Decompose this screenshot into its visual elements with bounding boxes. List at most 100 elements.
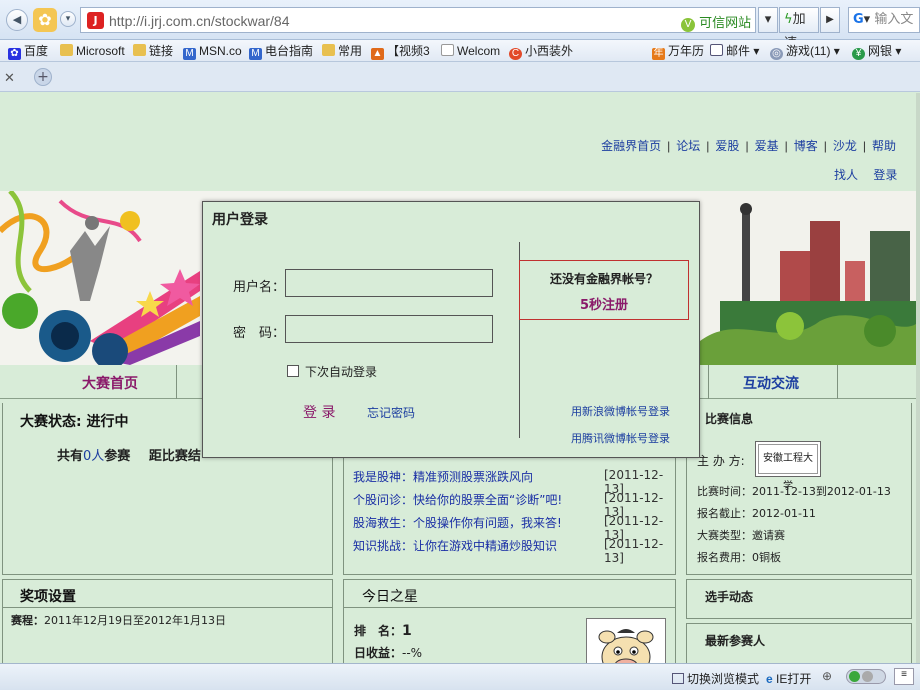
player-news-title: 选手动态 bbox=[705, 590, 754, 604]
fav-games[interactable]: ◎ 游戏(11) ▾ bbox=[770, 43, 840, 60]
folder-icon bbox=[60, 44, 73, 56]
nav-interaction[interactable]: 互动交流 bbox=[743, 373, 799, 393]
sina-weibo-login[interactable]: 用新浪微博帐号登录 bbox=[571, 403, 670, 419]
go-button[interactable]: ▶ bbox=[820, 7, 840, 33]
link-forum[interactable]: 论坛 bbox=[676, 139, 700, 153]
forgot-password-link[interactable]: 忘记密码 bbox=[367, 404, 415, 421]
participants-prefix: 共有 bbox=[57, 449, 84, 464]
address-bar[interactable]: J http://i.jrj.com.cn/stockwar/84 V 可信网站 bbox=[80, 7, 756, 33]
fav-item-baidu[interactable]: ✿ 百度 bbox=[8, 43, 48, 60]
password-input[interactable] bbox=[285, 315, 493, 343]
remember-label: 下次自动登录 bbox=[305, 365, 378, 379]
participants-line: 共有0人参赛 距比赛结 bbox=[57, 445, 201, 464]
separator: | bbox=[667, 139, 671, 153]
info-row-fee: 报名费用：0铜板 bbox=[697, 551, 781, 564]
info-row-time: 比赛时间：2011-12-13到2012-01-13 bbox=[697, 485, 891, 498]
fav-item-suit[interactable]: C 小西装外 bbox=[509, 43, 573, 60]
top-links: 金融界首页 | 论坛 | 爱股 | 爱基 | 博客 | 沙龙 | 帮助 bbox=[601, 137, 896, 154]
fav-mail[interactable]: 邮件 ▾ bbox=[710, 43, 759, 59]
link-blog[interactable]: 博客 bbox=[794, 139, 818, 153]
login-button[interactable]: 登 录 bbox=[303, 402, 335, 422]
toggle-dot bbox=[862, 671, 873, 682]
scrollbar[interactable] bbox=[916, 93, 920, 663]
folder-icon bbox=[133, 44, 146, 56]
favorites-bar: ✿ 百度 Microsoft 链接 M MSN.co M 电台指南 常用 ▲ 【视频3 … bbox=[0, 40, 920, 62]
news-link[interactable]: 股海救生：个股操作你有问题，我来答! bbox=[353, 516, 562, 530]
status-title: 大赛状态: 进行中 bbox=[20, 414, 129, 430]
link-find-people[interactable]: 找人 bbox=[834, 168, 858, 182]
separator: | bbox=[784, 139, 788, 153]
fav-item-video[interactable]: ▲ 【视频3 bbox=[371, 43, 430, 60]
no-account-text: 还没有金融界帐号？ bbox=[549, 272, 658, 286]
link-aiji[interactable]: 爱基 bbox=[755, 139, 779, 153]
link-jrj-home[interactable]: 金融界首页 bbox=[601, 139, 661, 153]
remember-checkbox[interactable] bbox=[287, 365, 299, 377]
contest-info-title: 比赛信息 bbox=[705, 412, 754, 426]
news-item[interactable]: 我是股神：精准预测股票涨跌风向 bbox=[353, 468, 533, 485]
settings-icon[interactable]: ≡ bbox=[894, 668, 914, 685]
page-content: 金融界首页 | 论坛 | 爱股 | 爱基 | 博客 | 沙龙 | 帮助 找人 登录 bbox=[0, 93, 920, 663]
news-link[interactable]: 我是股神：精准预测股票涨跌风向 bbox=[353, 470, 533, 484]
contest-info-panel: 比赛信息 主 办 方: 安徽工程大学 比赛时间：2011-12-13到2012-… bbox=[686, 403, 912, 575]
countdown-label: 距比赛结 bbox=[148, 449, 201, 464]
star-avatar[interactable] bbox=[586, 618, 666, 663]
link-salon[interactable]: 沙龙 bbox=[833, 139, 857, 153]
organizer-name: 安徽工程大学 bbox=[758, 444, 818, 492]
dropdown-icon[interactable]: ▾ bbox=[60, 11, 76, 27]
close-tab-icon[interactable]: ✕ bbox=[4, 71, 15, 86]
fav-item-msn[interactable]: M MSN.co bbox=[183, 43, 242, 60]
fav-item-common[interactable]: 常用 bbox=[322, 43, 362, 59]
open-in-ie-button[interactable]: e IE打开 bbox=[766, 670, 811, 687]
fav-bank[interactable]: ¥ 网银 ▾ bbox=[852, 43, 901, 60]
link-aigu[interactable]: 爱股 bbox=[715, 139, 739, 153]
search-placeholder: 输入文 bbox=[874, 12, 914, 27]
toggle-switch[interactable] bbox=[846, 669, 886, 684]
income-label: 日收益： bbox=[354, 646, 403, 660]
divider bbox=[3, 607, 332, 608]
register-box: 还没有金融界帐号？ 5秒注册 bbox=[519, 260, 689, 320]
news-link[interactable]: 个股问诊：快给你的股票全面“诊断”吧! bbox=[353, 493, 562, 507]
switch-mode-button[interactable]: 切换浏览模式 bbox=[672, 670, 759, 687]
fav-item-welcome[interactable]: Welcom bbox=[441, 43, 500, 59]
news-item[interactable]: 知识挑战：让你在游戏中精通炒股知识 bbox=[353, 537, 557, 554]
password-label: 密 码： bbox=[233, 326, 286, 341]
fav-label: Microsoft bbox=[76, 44, 125, 58]
register-link[interactable]: 5秒注册 bbox=[520, 294, 688, 313]
awards-panel: 奖项设置 赛程：2011年12月19日至2012年1月13日 bbox=[2, 579, 333, 663]
login-title: 用户登录 bbox=[212, 212, 268, 228]
address-dropdown-button[interactable]: ▾ bbox=[758, 7, 778, 33]
tencent-weibo-login[interactable]: 用腾讯微博帐号登录 bbox=[571, 430, 670, 446]
username-label: 用户名： bbox=[233, 280, 286, 295]
check-icon: V bbox=[681, 18, 695, 32]
search-engine-icon: G bbox=[853, 12, 864, 27]
speed-button[interactable]: ϟ加速 bbox=[779, 7, 819, 51]
back-button[interactable]: ◀ bbox=[6, 9, 28, 31]
news-item[interactable]: 个股问诊：快给你的股票全面“诊断”吧! bbox=[353, 491, 562, 508]
paw-icon[interactable]: ✿ bbox=[33, 8, 57, 32]
ie-label: IE打开 bbox=[776, 672, 812, 686]
news-link[interactable]: 知识挑战：让你在游戏中精通炒股知识 bbox=[353, 539, 557, 553]
zoom-icon[interactable]: ⊕ bbox=[822, 669, 832, 683]
fav-calendar[interactable]: 年万年历 bbox=[652, 43, 704, 60]
username-input[interactable] bbox=[285, 269, 493, 297]
nav-contest-home[interactable]: 大赛首页 bbox=[82, 373, 138, 393]
fav-item-radio[interactable]: M 电台指南 bbox=[249, 43, 313, 60]
ie-icon: e bbox=[766, 672, 773, 686]
search-box[interactable]: G▾ 输入文 bbox=[848, 7, 920, 33]
link-help[interactable]: 帮助 bbox=[872, 139, 896, 153]
new-tab-icon[interactable]: + bbox=[34, 68, 52, 86]
period-value: 2011年12月19日至2012年1月13日 bbox=[44, 614, 226, 627]
fav-item-microsoft[interactable]: Microsoft bbox=[60, 43, 125, 59]
fav-label: 链接 bbox=[149, 44, 174, 58]
news-item[interactable]: 股海救生：个股操作你有问题，我来答! bbox=[353, 514, 562, 531]
rank-value: 1 bbox=[402, 623, 412, 639]
lightning-icon: ϟ bbox=[784, 12, 793, 27]
fav-item-links[interactable]: 链接 bbox=[133, 43, 173, 59]
link-login[interactable]: 登录 bbox=[873, 168, 897, 182]
info-row-type: 大赛类型：邀请赛 bbox=[697, 529, 785, 542]
login-dialog: 用户登录 用户名： 密 码： 下次自动登录 登 录 忘记密码 还没有金融界帐号？… bbox=[202, 201, 700, 458]
newest-player-title: 最新参赛人 bbox=[705, 634, 766, 648]
switch-mode-label: 切换浏览模式 bbox=[687, 672, 760, 686]
trusted-site-badge[interactable]: V 可信网站 bbox=[681, 12, 751, 32]
calendar-icon: 年 bbox=[652, 48, 665, 60]
